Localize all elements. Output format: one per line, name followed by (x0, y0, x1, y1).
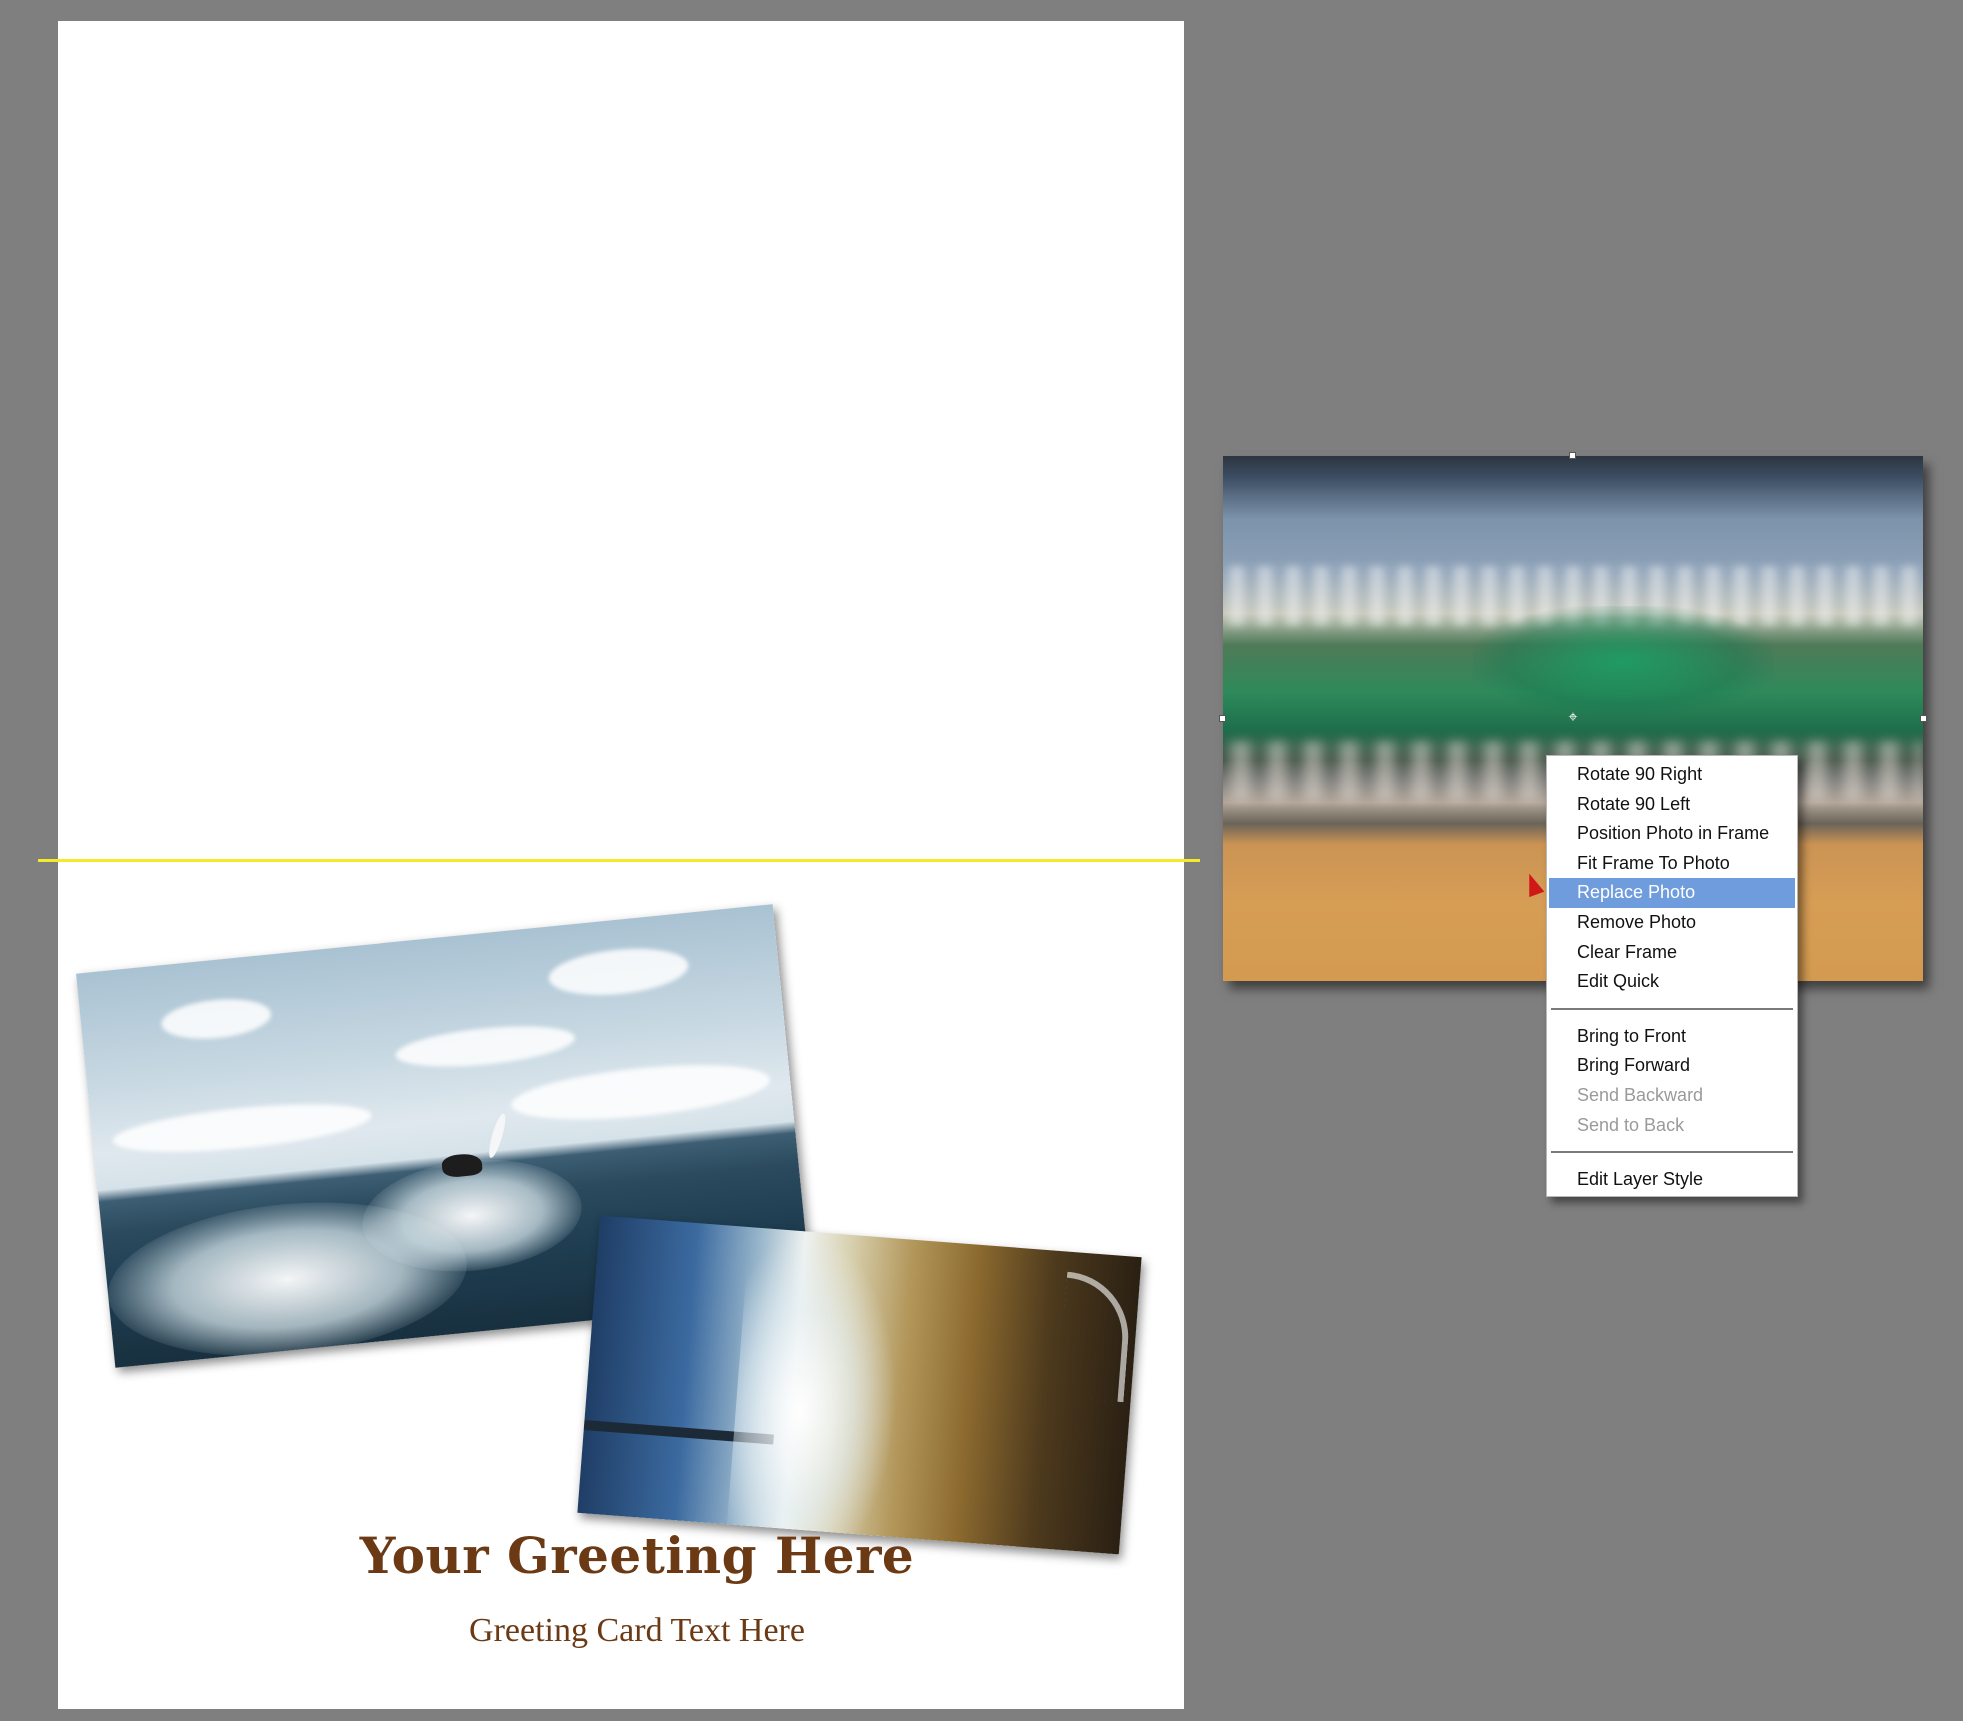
menu-item-edit-quick[interactable]: Edit Quick (1549, 967, 1795, 997)
menu-item-edit-layer-style[interactable]: Edit Layer Style (1549, 1165, 1795, 1195)
greeting-subtitle[interactable]: Greeting Card Text Here (0, 1612, 1274, 1650)
crosshair-icon[interactable]: ⌖ (1565, 709, 1581, 725)
resize-handle-top[interactable] (1569, 452, 1576, 459)
menu-item-send-to-back: Send to Back (1577, 1114, 1685, 1135)
fold-guide-line (38, 859, 1200, 862)
menu-item-remove-photo[interactable]: Remove Photo (1549, 908, 1795, 938)
greeting-title[interactable]: Your Greeting Here (0, 1526, 1274, 1585)
surfboard (485, 1112, 509, 1160)
menu-item-fit-frame-to-photo[interactable]: Fit Frame To Photo (1549, 849, 1795, 879)
menu-item-rotate-90-right[interactable]: Rotate 90 Right (1549, 760, 1795, 790)
menu-item-send-backward: Send Backward (1577, 1084, 1704, 1105)
resize-handle-left[interactable] (1219, 715, 1226, 722)
context-menu: Rotate 90 Right Rotate 90 Left Position … (1546, 755, 1798, 1197)
menu-item-clear-frame[interactable]: Clear Frame (1549, 938, 1795, 968)
resize-handle-right[interactable] (1920, 715, 1927, 722)
menu-item-rotate-90-left[interactable]: Rotate 90 Left (1549, 790, 1795, 820)
menu-item-position-photo-in-frame[interactable]: Position Photo in Frame (1549, 819, 1795, 849)
menu-item-bring-to-front[interactable]: Bring to Front (1549, 1022, 1795, 1052)
menu-item-bring-forward[interactable]: Bring Forward (1549, 1051, 1795, 1081)
menu-item-replace-photo[interactable]: Replace Photo (1549, 878, 1795, 908)
menu-separator (1551, 1151, 1793, 1154)
menu-separator (1551, 1007, 1793, 1010)
wave-tube-photo[interactable] (577, 1215, 1142, 1555)
